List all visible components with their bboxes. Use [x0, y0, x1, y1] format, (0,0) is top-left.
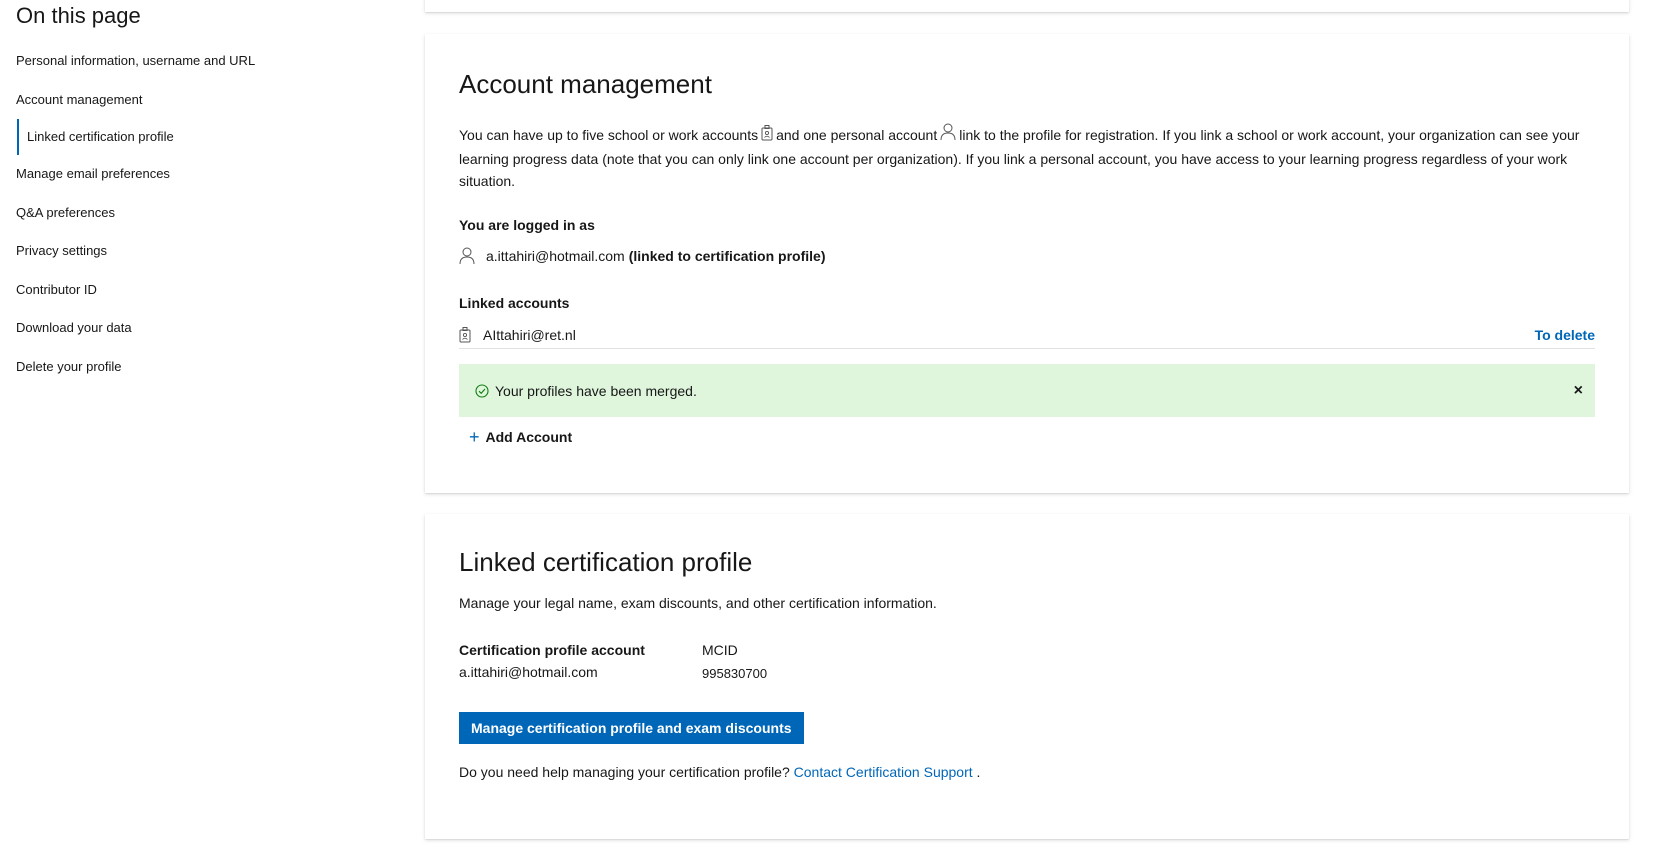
person-icon: [940, 123, 956, 148]
toc-item-contributor-id[interactable]: Contributor ID: [16, 271, 376, 310]
cert-account-label: Certification profile account: [459, 642, 645, 658]
logged-in-row: a.ittahiri@hotmail.com (linked to certif…: [459, 247, 826, 265]
account-management-card: Account management You can have up to fi…: [425, 34, 1629, 493]
intro-part-1: You can have up to five school or work a…: [459, 127, 759, 143]
linked-note: (linked to certification profile): [628, 248, 826, 264]
certification-description: Manage your legal name, exam discounts, …: [459, 595, 937, 611]
manage-certification-button[interactable]: Manage certification profile and exam di…: [459, 712, 804, 744]
alert-message: Your profiles have been merged.: [495, 382, 697, 399]
certification-help: Do you need help managing your certifica…: [459, 764, 980, 780]
badge-icon: [761, 125, 773, 148]
contact-support-link[interactable]: Contact Certification Support: [794, 764, 973, 780]
intro-part-2: and one personal account: [776, 127, 938, 143]
account-management-title: Account management: [459, 69, 712, 99]
toc-item-download-your-data[interactable]: Download your data: [16, 309, 376, 348]
certification-info-grid: Certification profile account a.ittahiri…: [459, 642, 767, 681]
toc-item-personal-information[interactable]: Personal information, username and URL: [16, 42, 376, 81]
linked-account-row: AIttahiri@ret.nl To delete: [459, 321, 1595, 349]
badge-icon: [459, 326, 471, 343]
toc-item-privacy-settings[interactable]: Privacy settings: [16, 232, 376, 271]
mcid-column: MCID 995830700: [702, 642, 767, 681]
add-account-button[interactable]: + Add Account: [469, 426, 572, 448]
cert-account-column: Certification profile account a.ittahiri…: [459, 642, 702, 681]
toc-item-qa-preferences[interactable]: Q&A preferences: [16, 194, 376, 233]
mcid-label: MCID: [702, 642, 738, 658]
on-this-page-nav: On this page Personal information, usern…: [16, 0, 376, 386]
help-end: .: [976, 764, 981, 780]
toc-item-delete-your-profile[interactable]: Delete your profile: [16, 348, 376, 387]
delete-account-link[interactable]: To delete: [1535, 327, 1595, 343]
close-icon[interactable]: ×: [1574, 382, 1583, 400]
help-text: Do you need help managing your certifica…: [459, 764, 790, 780]
toc-list: Personal information, username and URL A…: [16, 42, 376, 386]
linked-accounts-label: Linked accounts: [459, 295, 570, 311]
success-alert: Your profiles have been merged. ×: [459, 364, 1595, 417]
logged-in-email: a.ittahiri@hotmail.com: [486, 248, 625, 264]
mcid-value: 995830700: [702, 666, 768, 681]
add-account-label: Add Account: [485, 429, 573, 445]
person-icon: [459, 247, 475, 265]
linked-certification-card: Linked certification profile Manage your…: [425, 514, 1629, 839]
nav-title: On this page: [16, 3, 141, 28]
account-intro-text: You can have up to five school or work a…: [459, 123, 1595, 193]
toc-item-manage-email-preferences[interactable]: Manage email preferences: [16, 155, 376, 194]
toc-item-linked-certification-profile[interactable]: Linked certification profile: [17, 119, 376, 155]
linked-certification-title: Linked certification profile: [459, 547, 753, 577]
check-circle-icon: [475, 383, 489, 398]
cert-account-value: a.ittahiri@hotmail.com: [459, 664, 598, 680]
toc-item-account-management[interactable]: Account management: [16, 81, 376, 120]
plus-icon: +: [469, 426, 480, 447]
logged-in-label: You are logged in as: [459, 217, 595, 233]
linked-account-email: AIttahiri@ret.nl: [483, 326, 576, 343]
previous-section-card: [425, 0, 1629, 12]
